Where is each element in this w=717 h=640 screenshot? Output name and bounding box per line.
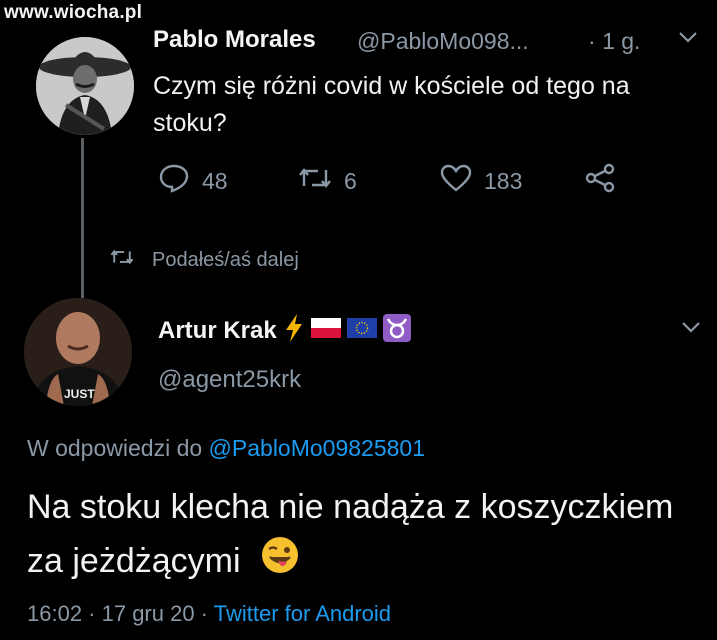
author-name[interactable]: Pablo Morales <box>153 26 316 54</box>
reply-author-handle[interactable]: @agent25krk <box>158 366 301 394</box>
client-link[interactable]: Twitter for Android <box>214 601 391 626</box>
poland-flag-emoji <box>310 318 341 343</box>
avatar-artur-krak[interactable]: JUST <box>24 298 132 406</box>
retweet-count: 6 <box>344 167 357 194</box>
reply-icon <box>158 163 190 199</box>
thread-connector-line <box>81 138 84 298</box>
winking-tongue-emoji <box>260 535 300 591</box>
avatar-shirt-text: JUST <box>64 387 95 401</box>
eu-flag-emoji <box>346 318 377 343</box>
retweet-icon <box>298 164 332 198</box>
heart-icon <box>440 164 472 198</box>
replying-to: W odpowiedzi do @PabloMo09825801 <box>27 435 425 462</box>
time-separator: · <box>588 28 596 54</box>
tweet-time[interactable]: · 1 g. <box>588 28 640 55</box>
reply-button[interactable]: 48 <box>158 164 228 198</box>
tweet-text: Czym się różni covid w kościele od tego … <box>153 72 630 137</box>
avatar-pablo-morales[interactable] <box>36 37 134 135</box>
replying-label: W odpowiedzi do <box>27 435 203 461</box>
retweeted-label: Podałeś/aś dalej <box>152 248 299 271</box>
share-button[interactable] <box>584 163 616 199</box>
like-button[interactable]: 183 <box>440 164 522 198</box>
timestamp[interactable]: 16:02 · 17 gru 20 · <box>27 601 208 626</box>
like-count: 183 <box>484 167 523 194</box>
watermark: www.wiocha.pl <box>4 2 143 23</box>
taurus-emoji <box>382 314 411 347</box>
author-handle[interactable]: @PabloMo098... <box>357 28 529 55</box>
chevron-down-icon[interactable] <box>678 30 698 49</box>
lightning-emoji <box>283 313 305 348</box>
time-ago: 1 g. <box>602 28 641 54</box>
mention-link[interactable]: @PabloMo09825801 <box>209 435 425 461</box>
tweet-meta: 16:02 · 17 gru 20 · Twitter for Android <box>27 601 391 627</box>
reply-author-name[interactable]: Artur Krak <box>158 317 277 345</box>
reply-text: Na stoku klecha nie nadąża z koszyczkiem… <box>27 488 674 580</box>
retweet-icon <box>110 247 134 273</box>
reply-tweet-text: Na stoku klecha nie nadąża z koszyczkiem… <box>27 480 707 591</box>
share-icon <box>584 163 616 199</box>
chevron-down-icon[interactable] <box>681 320 701 339</box>
retweet-button[interactable]: 6 <box>298 164 357 198</box>
retweeted-notice: Podałeś/aś dalej <box>110 247 299 273</box>
reply-count: 48 <box>202 167 228 194</box>
reply-author-row[interactable]: Artur Krak <box>158 313 411 348</box>
